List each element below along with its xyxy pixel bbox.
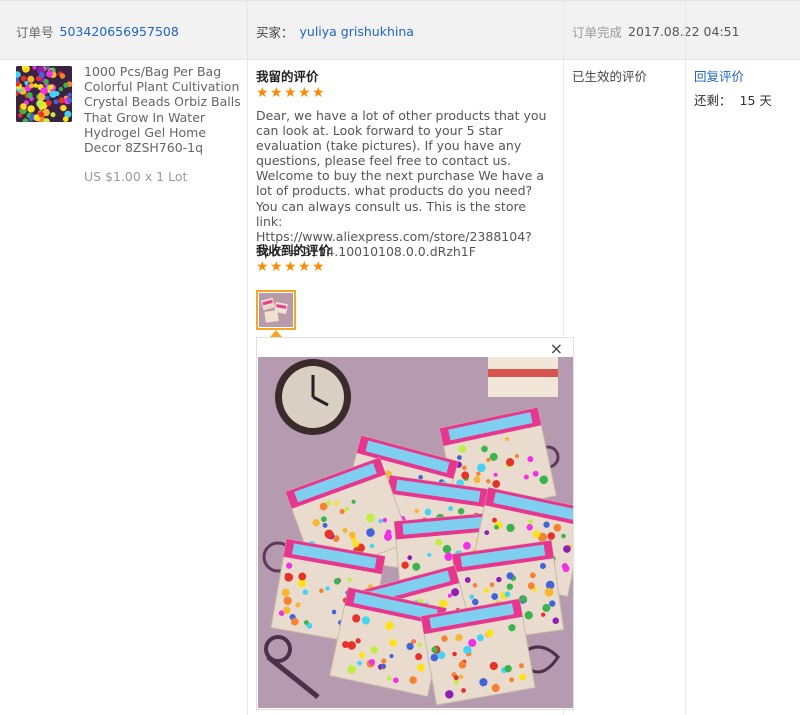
close-icon[interactable]: × [550, 340, 563, 358]
my-review-text: Dear, we have a lot of other products th… [256, 108, 547, 259]
buyer-label: 买家： [256, 24, 294, 40]
product-thumbnail-image [16, 66, 72, 122]
product-title-link[interactable]: 1000 Pcs/Bag Per Bag Colorful Plant Cult… [84, 64, 242, 155]
star-icon: ★ [284, 259, 297, 275]
remaining-label: 还剩： [694, 93, 732, 108]
buyer-name-link[interactable]: yuliya grishukhina [300, 24, 414, 39]
order-header: 订单号 503420656957508 买家： yuliya grishukhi… [0, 0, 800, 60]
review-status: 已生效的评价 [572, 69, 648, 84]
product-thumbnail[interactable] [16, 66, 72, 122]
completed-cell: 订单完成 2017.08.22 04:51 [572, 1, 740, 61]
review-photo-thumbnail-image [259, 293, 293, 327]
order-number-cell: 订单号 503420656957508 [16, 1, 179, 61]
star-icon: ★ [284, 85, 297, 101]
column-divider [247, 0, 248, 715]
order-number-link[interactable]: 503420656957508 [60, 24, 179, 39]
star-icon: ★ [256, 259, 269, 275]
star-icon: ★ [270, 85, 283, 101]
column-divider [685, 0, 686, 715]
order-number-label: 订单号 [16, 24, 54, 40]
star-icon: ★ [298, 85, 311, 101]
bead-bag [420, 598, 536, 706]
review-photo-image [258, 357, 573, 708]
my-review-stars: ★ ★ ★ ★ ★ [256, 85, 325, 101]
received-review-title: 我收到的评价 [256, 243, 332, 258]
review-photo [258, 357, 573, 708]
received-review-stars: ★ ★ ★ ★ ★ [256, 259, 325, 275]
viewer-pointer [270, 330, 282, 337]
my-review-title: 我留的评价 [256, 69, 319, 84]
remaining-value: 15 天 [739, 93, 772, 108]
star-icon: ★ [256, 85, 269, 101]
completed-time: 2017.08.22 04:51 [628, 23, 740, 39]
star-icon: ★ [312, 259, 325, 275]
remaining-time: 还剩： 15 天 [694, 90, 772, 109]
review-photo-thumbnail[interactable] [256, 290, 296, 330]
product-price: US $1.00 x 1 Lot [84, 169, 188, 184]
buyer-cell: 买家： yuliya grishukhina [256, 1, 414, 61]
star-icon: ★ [312, 85, 325, 101]
completed-label: 订单完成 [572, 24, 623, 40]
star-icon: ★ [298, 259, 311, 275]
reply-review-link[interactable]: 回复评价 [694, 66, 744, 85]
photo-viewer: × [256, 337, 574, 710]
star-icon: ★ [270, 259, 283, 275]
